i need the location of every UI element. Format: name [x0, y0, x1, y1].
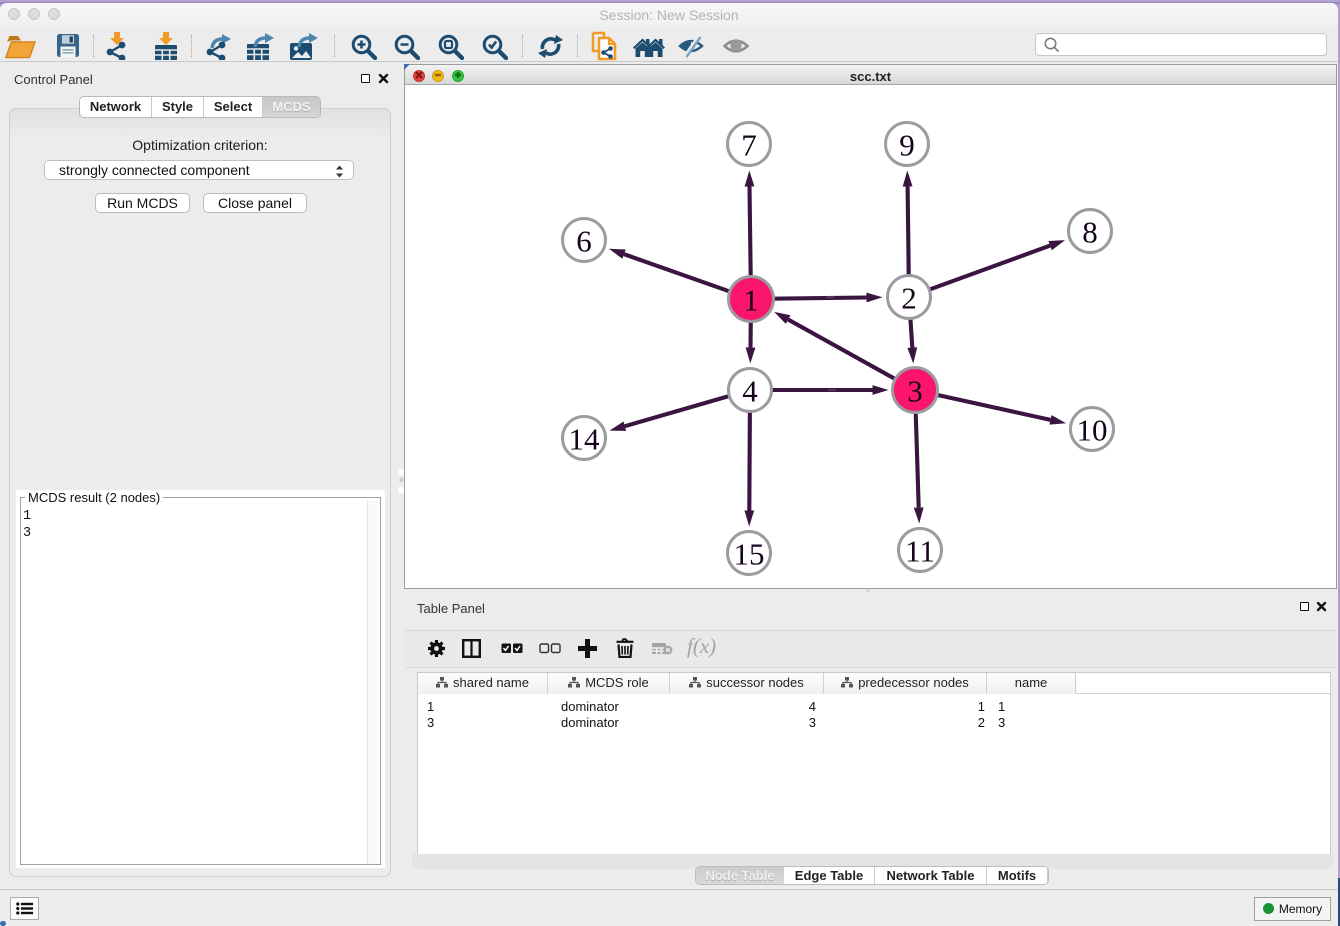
svg-text:1: 1 [743, 283, 759, 318]
svg-text:2: 2 [901, 281, 917, 316]
svg-text:9: 9 [899, 128, 915, 163]
svg-text:6: 6 [576, 224, 592, 259]
svg-text:11: 11 [905, 534, 935, 569]
svg-text:8: 8 [1082, 215, 1098, 250]
svg-text:4: 4 [742, 374, 758, 409]
svg-text:10: 10 [1077, 413, 1108, 448]
svg-text:15: 15 [734, 537, 765, 572]
svg-text:3: 3 [907, 374, 923, 409]
svg-text:14: 14 [569, 422, 601, 457]
svg-text:7: 7 [741, 128, 757, 163]
